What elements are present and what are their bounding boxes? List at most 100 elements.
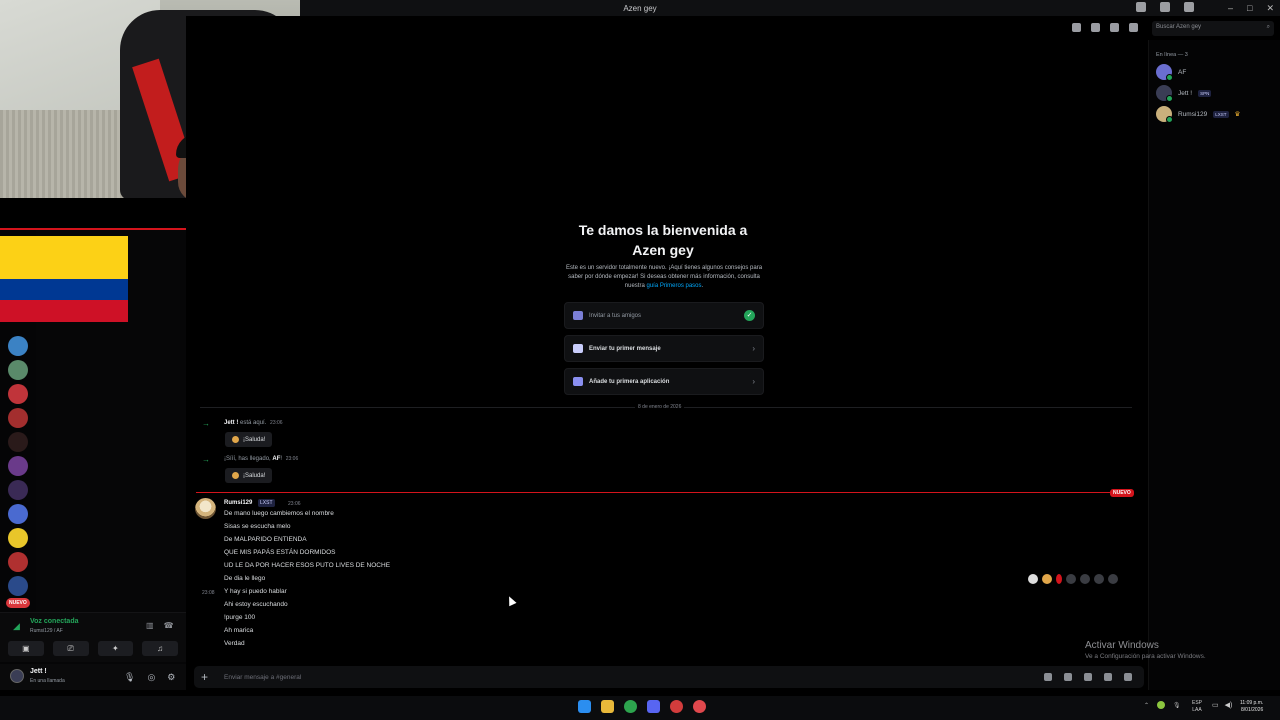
search-icon: ⌕ bbox=[1266, 24, 1270, 30]
add-reaction-icon[interactable] bbox=[1066, 574, 1076, 584]
crown-icon: ♛ bbox=[1234, 111, 1241, 118]
check-icon: ✓ bbox=[744, 310, 755, 321]
member-name: AF bbox=[1178, 68, 1187, 76]
plus-icon[interactable]: + bbox=[201, 670, 208, 684]
disconnect-icon[interactable]: ☎ bbox=[164, 621, 174, 630]
clan-tag: LXST bbox=[1213, 110, 1229, 118]
threads-icon[interactable] bbox=[1072, 23, 1081, 32]
getting-started-link[interactable]: guía Primeros pasos bbox=[646, 283, 701, 289]
activities-button[interactable]: ✦ bbox=[97, 641, 134, 656]
emoji-icon[interactable] bbox=[1104, 673, 1112, 681]
message-line: De dia le llego bbox=[224, 575, 266, 582]
bell-icon[interactable] bbox=[1091, 23, 1100, 32]
members-icon[interactable] bbox=[1129, 23, 1138, 32]
wave-button[interactable]: ¡Saluda! bbox=[225, 468, 273, 483]
apps-icon[interactable] bbox=[1124, 673, 1132, 681]
member-item[interactable]: Rumsi129 LXST ♛ bbox=[1156, 106, 1241, 123]
clock[interactable]: 11:09 p.m. 8/01/2026 bbox=[1240, 700, 1263, 714]
voice-status[interactable]: Voz conectada bbox=[30, 618, 79, 625]
flag-yellow-stripe bbox=[0, 236, 128, 279]
welcome-description: Este es un servidor totalmente nuevo. ¡A… bbox=[560, 264, 768, 291]
taskbar-apps bbox=[578, 700, 706, 713]
chrome-icon[interactable] bbox=[693, 700, 706, 713]
system-text: está aquí. bbox=[238, 420, 267, 426]
skull-reaction-icon[interactable] bbox=[1028, 574, 1038, 584]
message-author[interactable]: Rumsi129 bbox=[224, 500, 252, 506]
composer-placeholder[interactable]: Enviar mensaje a #general bbox=[224, 674, 301, 681]
inbox-icon[interactable] bbox=[1136, 2, 1146, 12]
send-first-message-action[interactable]: Enviar tu primer mensaje › bbox=[564, 335, 764, 362]
pin-icon[interactable] bbox=[1110, 23, 1119, 32]
more-icon[interactable] bbox=[1108, 574, 1118, 584]
browser-icon[interactable] bbox=[670, 700, 683, 713]
mic-icon[interactable]: 🎙 bbox=[124, 672, 135, 683]
gif-icon[interactable] bbox=[1064, 673, 1072, 681]
headphones-icon[interactable]: ◎ bbox=[147, 672, 155, 683]
screen-share-button[interactable]: ⎚ bbox=[52, 641, 89, 656]
search-placeholder: Buscar Azen gey bbox=[1156, 24, 1202, 30]
new-messages-divider bbox=[196, 492, 1110, 493]
action-label: Invitar a tus amigos bbox=[589, 312, 642, 319]
server-icon[interactable] bbox=[8, 528, 28, 548]
message-composer[interactable] bbox=[194, 666, 1144, 688]
search-input[interactable]: Buscar Azen gey ⌕ bbox=[1152, 21, 1274, 36]
user-name[interactable]: Jett ! bbox=[30, 668, 47, 675]
member-item[interactable]: Jett ! SPN bbox=[1156, 85, 1212, 102]
screen-icon[interactable] bbox=[1160, 2, 1170, 12]
soundboard-button[interactable]: ♫ bbox=[142, 641, 178, 656]
server-icon[interactable] bbox=[8, 360, 28, 380]
new-servers-pill[interactable]: NUEVO bbox=[6, 598, 30, 608]
wave-label: ¡Saluda! bbox=[243, 472, 266, 479]
wave-button[interactable]: ¡Saluda! bbox=[225, 432, 273, 447]
server-icon[interactable] bbox=[8, 384, 28, 404]
sticker-icon[interactable] bbox=[1084, 673, 1092, 681]
mic-icon[interactable]: 🎙 bbox=[1173, 702, 1181, 709]
point-reaction-icon[interactable] bbox=[1042, 574, 1052, 584]
language-indicator[interactable]: ESP LAA bbox=[1192, 700, 1202, 714]
server-icon[interactable] bbox=[8, 576, 28, 596]
avatar[interactable] bbox=[195, 498, 216, 519]
hover-timestamp: 23:08 bbox=[202, 590, 215, 596]
system-time: 23:06 bbox=[285, 456, 299, 462]
camera-button[interactable]: ▣ bbox=[8, 641, 44, 656]
volume-icon[interactable]: ◀) bbox=[1225, 701, 1233, 709]
avatar[interactable] bbox=[10, 669, 24, 683]
nvidia-icon[interactable] bbox=[1157, 701, 1166, 709]
server-icon[interactable] bbox=[8, 456, 28, 476]
voice-channel[interactable]: Rumsi129 / AF bbox=[30, 628, 63, 634]
forward-icon[interactable] bbox=[1094, 574, 1104, 584]
member-name: Rumsi129 bbox=[1178, 110, 1208, 118]
minimize-icon[interactable]: – bbox=[1228, 3, 1233, 13]
discord-icon[interactable] bbox=[647, 700, 660, 713]
question-reaction-icon[interactable] bbox=[1056, 574, 1062, 584]
server-icon[interactable] bbox=[8, 480, 28, 500]
wave-label: ¡Saluda! bbox=[243, 436, 266, 443]
settings-icon[interactable]: ⚙ bbox=[167, 672, 175, 683]
server-icon[interactable] bbox=[8, 336, 28, 356]
welcome-desc-end: . bbox=[701, 283, 704, 289]
maximize-icon[interactable]: □ bbox=[1247, 3, 1252, 13]
voice-panel-tools: ▥ ☎ bbox=[146, 621, 174, 630]
close-icon[interactable]: ✕ bbox=[1266, 3, 1274, 14]
chevron-up-icon[interactable]: ⌃ bbox=[1144, 702, 1149, 709]
system-user[interactable]: Jett ! bbox=[224, 420, 238, 426]
server-icon[interactable] bbox=[8, 504, 28, 524]
server-icon[interactable] bbox=[8, 552, 28, 572]
window-title: Azen gey bbox=[623, 3, 657, 13]
member-item[interactable]: AF bbox=[1156, 64, 1187, 81]
file-explorer-icon[interactable] bbox=[601, 700, 614, 713]
add-app-action[interactable]: Añade tu primera aplicación › bbox=[564, 368, 764, 395]
monitor-icon[interactable]: ▭ bbox=[1212, 701, 1219, 709]
invite-friends-action[interactable]: Invitar a tus amigos ✓ bbox=[564, 302, 764, 329]
help-icon[interactable] bbox=[1184, 2, 1194, 12]
noise-suppression-icon[interactable]: ▥ bbox=[146, 621, 154, 630]
windows-start-icon[interactable] bbox=[578, 700, 591, 713]
gift-icon[interactable] bbox=[1044, 673, 1052, 681]
chrome-icon[interactable] bbox=[624, 700, 637, 713]
server-icon[interactable] bbox=[8, 432, 28, 452]
server-icon[interactable] bbox=[8, 408, 28, 428]
reply-icon[interactable] bbox=[1080, 574, 1090, 584]
signal-icon: ◢ bbox=[13, 621, 20, 631]
system-time: 23:06 bbox=[270, 420, 283, 426]
message-line: QUE MIS PAPÁS ESTÁN DORMIDOS bbox=[224, 549, 336, 556]
